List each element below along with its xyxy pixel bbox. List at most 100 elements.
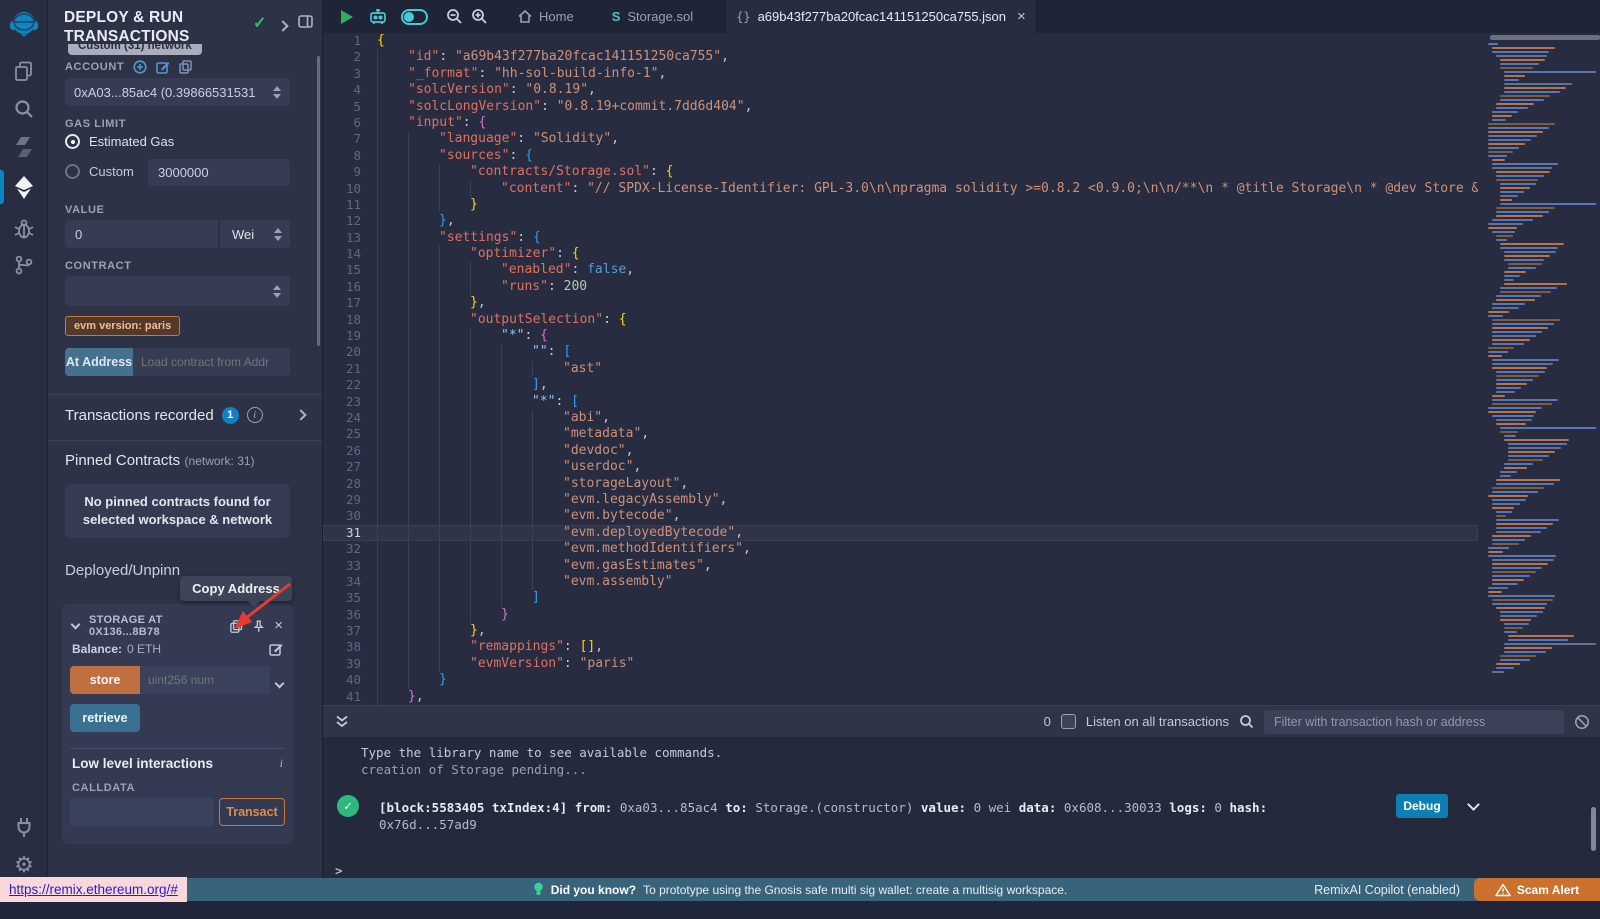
code-line[interactable]: 2"id": "a69b43f277ba20fcac141151250ca755…	[323, 49, 1478, 65]
code-line[interactable]: 37},	[323, 623, 1478, 639]
code-line[interactable]: 35]	[323, 590, 1478, 606]
transactions-expand-icon[interactable]	[297, 406, 305, 424]
transactions-info-icon[interactable]: i	[247, 407, 263, 423]
tab-json-active[interactable]: {} a69b43f277ba20fcac141151250ca755.json…	[725, 0, 1037, 33]
code-line[interactable]: 11}	[323, 197, 1478, 213]
solidity-compiler-icon[interactable]	[0, 128, 48, 166]
code-line[interactable]: 32"evm.methodIdentifiers",	[323, 541, 1478, 557]
code-line[interactable]: 22],	[323, 377, 1478, 393]
file-explorer-icon[interactable]	[0, 52, 48, 90]
code-line[interactable]: 15"enabled": false,	[323, 262, 1478, 278]
store-expand-icon[interactable]	[276, 674, 283, 692]
code-line[interactable]: 36}	[323, 607, 1478, 623]
deploy-run-icon[interactable]	[0, 168, 48, 206]
scam-alert-badge[interactable]: Scam Alert	[1474, 878, 1600, 901]
zoom-in-icon[interactable]	[471, 8, 488, 25]
code-line[interactable]: 8"sources": {	[323, 148, 1478, 164]
code-line[interactable]: 34"evm.assembly"	[323, 574, 1478, 590]
copilot-status[interactable]: RemixAI Copilot (enabled)	[1314, 878, 1460, 901]
custom-gas-input[interactable]	[148, 159, 290, 186]
code-line[interactable]: 28"storageLayout",	[323, 476, 1478, 492]
calldata-input[interactable]	[70, 798, 214, 826]
code-line[interactable]: 13"settings": {	[323, 230, 1478, 246]
contract-select[interactable]	[65, 276, 290, 306]
at-address-button[interactable]: At Address	[65, 348, 133, 376]
code-line[interactable]: 9"contracts/Storage.sol": {	[323, 164, 1478, 180]
git-icon[interactable]	[0, 246, 48, 284]
create-account-icon[interactable]	[133, 60, 147, 74]
code-line[interactable]: 23"*": [	[323, 394, 1478, 410]
panel-scrollbar[interactable]	[317, 56, 320, 346]
listen-checkbox[interactable]	[1061, 714, 1076, 729]
minimap-slider[interactable]	[1490, 35, 1600, 40]
filter-input[interactable]	[1264, 710, 1564, 734]
code-line[interactable]: 10"content": "// SPDX-License-Identifier…	[323, 181, 1478, 197]
code-line[interactable]: 1{	[323, 33, 1478, 49]
tab-storage-sol[interactable]: S Storage.sol	[602, 0, 703, 33]
terminal-scrollbar[interactable]	[1591, 807, 1596, 851]
search-icon[interactable]	[0, 90, 48, 128]
code-line[interactable]: 5"solcLongVersion": "0.8.19+commit.7dd6d…	[323, 99, 1478, 115]
code-editor[interactable]: 1{2"id": "a69b43f277ba20fcac141151250ca7…	[323, 33, 1600, 705]
tx-log-text[interactable]: [block:5583405 txIndex:4] from: 0xa03...…	[379, 799, 1370, 833]
code-line[interactable]: 39"evmVersion": "paris"	[323, 656, 1478, 672]
code-line[interactable]: 26"devdoc",	[323, 443, 1478, 459]
code-lines[interactable]: 1{2"id": "a69b43f277ba20fcac141151250ca7…	[323, 33, 1478, 705]
at-address-input[interactable]	[133, 348, 290, 376]
tab-close-icon[interactable]: ×	[1017, 8, 1026, 25]
run-script-icon[interactable]	[341, 10, 353, 24]
code-line[interactable]: 29"evm.legacyAssembly",	[323, 492, 1478, 508]
terminal-collapse-icon[interactable]	[335, 715, 349, 728]
code-line[interactable]: 27"userdoc",	[323, 459, 1478, 475]
code-line[interactable]: 38"remappings": [],	[323, 639, 1478, 655]
remix-logo-icon[interactable]	[0, 6, 48, 44]
custom-gas-radio[interactable]	[65, 164, 80, 179]
code-line[interactable]: 18"outputSelection": {	[323, 312, 1478, 328]
clear-console-icon[interactable]	[1574, 714, 1590, 730]
terminal[interactable]: Type the library name to see available c…	[323, 737, 1600, 878]
retrieve-button[interactable]: retrieve	[70, 704, 140, 732]
code-line[interactable]: 7"language": "Solidity",	[323, 131, 1478, 147]
tx-expand-icon[interactable]	[1467, 798, 1480, 811]
code-line[interactable]: 19"*": {	[323, 328, 1478, 344]
tab-home[interactable]: Home	[508, 0, 584, 33]
minimap[interactable]	[1478, 33, 1600, 705]
code-line[interactable]: 21"ast"	[323, 361, 1478, 377]
code-line[interactable]: 30"evm.bytecode",	[323, 508, 1478, 524]
code-line[interactable]: 25"metadata",	[323, 426, 1478, 442]
debugger-icon[interactable]	[0, 210, 48, 248]
unit-stepper-icon[interactable]	[274, 228, 282, 241]
code-line[interactable]: 14"optimizer": {	[323, 246, 1478, 262]
contract-collapse-icon[interactable]	[72, 615, 79, 633]
store-button[interactable]: store	[70, 666, 140, 694]
value-input[interactable]	[65, 220, 218, 248]
copilot-toggle[interactable]	[401, 9, 428, 25]
edit-balance-icon[interactable]	[269, 642, 283, 656]
contract-stepper-icon[interactable]	[273, 285, 281, 298]
code-line[interactable]: 4"solcVersion": "0.8.19",	[323, 82, 1478, 98]
account-stepper-icon[interactable]	[273, 86, 281, 99]
low-level-info-icon[interactable]: i	[280, 756, 283, 771]
code-line[interactable]: 31"evm.deployedBytecode",	[323, 525, 1478, 541]
code-line[interactable]: 17},	[323, 295, 1478, 311]
account-select[interactable]: 0xA03...85ac4 (0.39866531531	[65, 78, 290, 106]
debug-button[interactable]: Debug	[1396, 794, 1448, 818]
code-line[interactable]: 20"": [	[323, 344, 1478, 360]
code-line[interactable]: 12},	[323, 213, 1478, 229]
plugin-manager-icon[interactable]	[0, 808, 48, 846]
panel-forward-icon[interactable]	[279, 17, 287, 35]
ai-copilot-robot-icon[interactable]	[367, 6, 389, 28]
code-line[interactable]: 41},	[323, 689, 1478, 705]
code-line[interactable]: 6"input": {	[323, 115, 1478, 131]
pin-panel-icon[interactable]	[298, 15, 313, 33]
zoom-out-icon[interactable]	[446, 8, 463, 25]
sign-message-icon[interactable]	[156, 60, 170, 74]
transact-button[interactable]: Transact	[219, 798, 285, 826]
code-line[interactable]: 40}	[323, 672, 1478, 688]
code-line[interactable]: 24"abi",	[323, 410, 1478, 426]
code-line[interactable]: 33"evm.gasEstimates",	[323, 558, 1478, 574]
copy-account-icon[interactable]	[179, 60, 192, 74]
code-line[interactable]: 3"_format": "hh-sol-build-info-1",	[323, 66, 1478, 82]
store-arg-input[interactable]	[140, 666, 270, 694]
code-line[interactable]: 16"runs": 200	[323, 279, 1478, 295]
